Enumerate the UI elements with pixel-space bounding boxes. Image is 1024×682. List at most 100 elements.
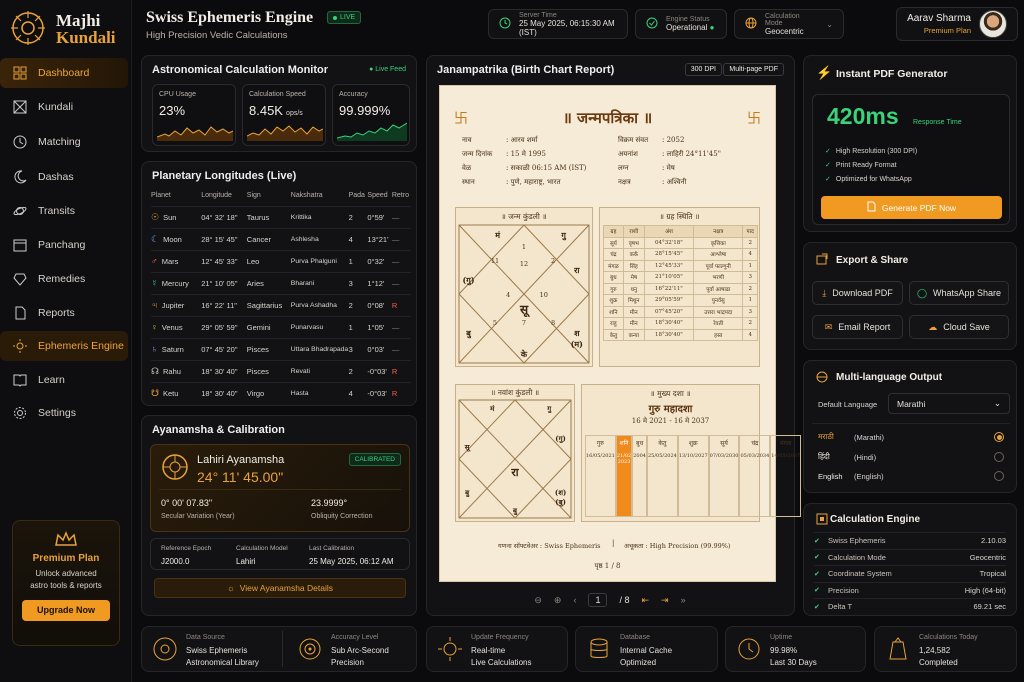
generate-pdf-button[interactable]: Generate PDF Now bbox=[821, 196, 1002, 219]
radio-icon[interactable] bbox=[994, 452, 1004, 462]
table-row[interactable]: ♀ Venus 29° 05' 59" Gemini Punarvasu 1 1°05' — bbox=[151, 315, 411, 338]
email-report-button[interactable]: ✉ Email Report bbox=[812, 315, 903, 339]
dasha-period: बुध 2004 bbox=[632, 435, 647, 517]
radio-icon[interactable] bbox=[994, 471, 1004, 481]
default-language-select[interactable]: Marathi ⌄ bbox=[888, 393, 1010, 414]
download-pdf-button[interactable]: ⤓ Download PDF bbox=[812, 281, 903, 305]
lang-option-hindi[interactable]: हिंदी (Hindi) bbox=[818, 449, 1004, 465]
nav-ephemeris-engine[interactable]: Ephemeris Engine bbox=[0, 331, 128, 361]
last-page-icon[interactable]: ⇥ bbox=[661, 595, 669, 606]
report-info-row: अयनांश: लाहिरी 24°11'45" bbox=[618, 150, 768, 164]
cloud-save-button[interactable]: ☁ Cloud Save bbox=[909, 315, 1009, 339]
report-info-value: : आरव शर्मा bbox=[506, 136, 538, 144]
graha-cell: 18°30'40" bbox=[643, 328, 695, 341]
graha-cell: केतु bbox=[603, 328, 624, 341]
table-cell: R bbox=[391, 381, 411, 404]
lang-name: (English) bbox=[854, 471, 884, 481]
clock-icon bbox=[12, 134, 28, 150]
server-time: Server Time 25 May 2025, 06:15:30 AM (IST… bbox=[488, 9, 628, 39]
graha-cell: 3 bbox=[742, 305, 758, 318]
view-ayanamsha-button[interactable]: ☼ View Ayanamsha Details bbox=[154, 578, 406, 598]
nav-reports[interactable]: Reports bbox=[0, 298, 128, 328]
graha-cell: 18°30'40" bbox=[643, 317, 695, 330]
cpu-sparkline bbox=[157, 126, 233, 141]
page-number-input[interactable]: 1 bbox=[588, 593, 608, 607]
table-row[interactable]: ♃ Jupiter 16° 22' 11" Sagittarius Purva Asha… bbox=[151, 293, 411, 316]
graha-cell: कृत्तिका bbox=[693, 236, 744, 249]
nav-transits[interactable]: Transits bbox=[0, 196, 128, 226]
engine-row: ✔ Delta T 69.21 sec bbox=[814, 598, 1006, 614]
table-row[interactable]: ♂ Mars 12° 45' 33" Leo Purva Phalguni 1 0°32' — bbox=[151, 249, 411, 272]
table-row[interactable]: ♄ Saturn 07° 45' 20" Pisces Uttara Bhadrapad… bbox=[151, 337, 411, 360]
table-cell: Uttara Bhadrapada bbox=[290, 337, 349, 360]
nav-settings[interactable]: Settings bbox=[0, 398, 128, 428]
check-icon: ✓ bbox=[825, 162, 831, 169]
report-info-row: नाव: आरव शर्मा bbox=[462, 136, 602, 150]
report-heading: ॥ जन्मपत्रिका ॥ bbox=[562, 109, 653, 127]
cloud-save-label: Cloud Save bbox=[943, 322, 990, 332]
zoom-in-icon[interactable]: ⊕ bbox=[554, 595, 562, 606]
planet-label: (गु) bbox=[555, 434, 566, 444]
table-row[interactable]: ☊ Rahu 18° 30' 40" Pisces Revati 2 -0°03' R bbox=[151, 359, 411, 382]
fit-page-icon[interactable]: » bbox=[681, 595, 686, 605]
accuracy-sparkline bbox=[337, 122, 407, 141]
pdf-feature: ✓ High Resolution (300 DPI) bbox=[825, 144, 917, 158]
table-cell: ☾ Moon bbox=[151, 227, 202, 250]
table-cell: Purva Ashadha bbox=[290, 293, 349, 316]
graha-header-cell: नक्षत्र bbox=[693, 225, 744, 238]
lang-option-marathi[interactable]: मराठी (Marathi) bbox=[818, 429, 1004, 445]
nav-panchang[interactable]: Panchang bbox=[0, 230, 128, 260]
user-profile[interactable]: Aarav Sharma Premium Plan bbox=[896, 7, 1018, 41]
first-page-icon[interactable]: ⇤ bbox=[642, 595, 650, 606]
report-info-value: : पुणे, महाराष्ट्र, भारत bbox=[506, 178, 561, 186]
report-info-value: : 2052 bbox=[662, 136, 685, 144]
planet-name: Venus bbox=[161, 323, 183, 332]
calculation-mode-select[interactable]: Calculation Mode Geocentric ⌄ bbox=[734, 9, 844, 39]
speed-value: 8.45K bbox=[249, 103, 283, 118]
table-cell: — bbox=[391, 227, 411, 250]
dasha-period: चंद्र 05/03/2034 bbox=[739, 435, 771, 517]
nav-dashas[interactable]: Dashas bbox=[0, 162, 128, 192]
engine-status-label: Engine Status bbox=[666, 16, 710, 23]
graha-cell: 2 bbox=[742, 282, 758, 295]
table-row[interactable]: ☉ Sun 04° 32' 18" Taurus Krittika 2 0°59' — bbox=[151, 205, 411, 228]
planet-table-header-cell: Nakshatra bbox=[290, 192, 323, 200]
nav-kundli[interactable]: Kundali bbox=[0, 92, 128, 122]
default-language-label: Default Language bbox=[818, 400, 878, 409]
graha-cell: राहु bbox=[603, 317, 624, 330]
stat-sub: Astronomical Library bbox=[186, 658, 259, 667]
radio-selected-icon[interactable] bbox=[994, 432, 1004, 442]
stat-label: Update Frequency bbox=[471, 634, 529, 641]
ayanamsha-card: Lahiri Ayanamsha 24° 11' 45.00" CALIBRAT… bbox=[150, 444, 410, 532]
planet-label: श bbox=[574, 328, 580, 338]
nav-dashboard[interactable]: Dashboard bbox=[0, 58, 128, 88]
nav-label: Matching bbox=[38, 136, 81, 148]
table-row[interactable]: ☿ Mercury 21° 10' 05" Aries Bharani 3 1°12' — bbox=[151, 271, 411, 294]
whatsapp-share-button[interactable]: ◯ WhatsApp Share bbox=[909, 281, 1009, 305]
table-cell: 3 bbox=[348, 271, 368, 294]
brand-logo[interactable] bbox=[10, 10, 46, 46]
graha-header-cell: पाद bbox=[742, 225, 758, 238]
lang-option-english[interactable]: English (English) bbox=[818, 468, 1004, 484]
last-cal-value: 25 May 2025, 06:12 AM bbox=[309, 557, 394, 566]
epoch-value: J2000.0 bbox=[161, 557, 190, 566]
engine-icon bbox=[816, 513, 828, 528]
table-row[interactable]: ☋ Ketu 18° 30' 40" Virgo Hasta 4 -0°03' R bbox=[151, 381, 411, 404]
nav-learn[interactable]: Learn bbox=[0, 365, 128, 395]
upgrade-button[interactable]: Upgrade Now bbox=[22, 600, 110, 621]
pdf-feature-label: Print Ready Format bbox=[835, 161, 897, 169]
table-row[interactable]: ☾ Moon 28° 15' 45" Cancer Ashlesha 4 13°21' — bbox=[151, 227, 411, 250]
zoom-out-icon[interactable]: ⊖ bbox=[534, 595, 542, 606]
sun-glyph-icon: ☉ bbox=[151, 211, 160, 222]
share-icon bbox=[816, 253, 828, 268]
nav-matching[interactable]: Matching bbox=[0, 127, 128, 157]
model-value: Lahiri bbox=[236, 557, 256, 566]
nav-remedies[interactable]: Remedies bbox=[0, 264, 128, 294]
prev-page-icon[interactable]: ‹ bbox=[573, 595, 576, 605]
stat-value: 99.98% bbox=[770, 646, 798, 655]
dasha-period: शनि 21/02 2023 bbox=[615, 435, 633, 517]
graha-row: केतु कन्या 18°30'40" हस्त 4 bbox=[603, 328, 758, 341]
accuracy-value: 99.999% bbox=[339, 103, 391, 118]
navamsha-kundli-chart: मं गु(गु)सूबुरा(श)(बु)बु bbox=[458, 399, 572, 519]
avatar[interactable] bbox=[979, 10, 1007, 38]
